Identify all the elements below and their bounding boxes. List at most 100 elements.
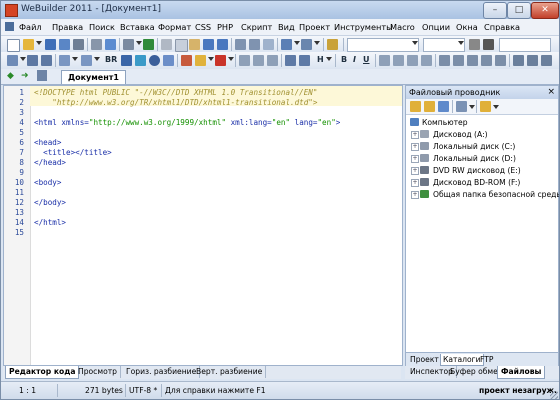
redo-icon[interactable] (217, 39, 228, 50)
form-icon[interactable] (59, 55, 70, 66)
comment-icon[interactable] (263, 39, 274, 50)
menu-options[interactable]: Опции (422, 22, 450, 32)
find-icon[interactable] (123, 39, 134, 50)
undo-icon[interactable] (203, 39, 214, 50)
tab-ftp[interactable]: FTP (478, 354, 495, 365)
menu-file[interactable]: Файл (19, 22, 42, 32)
menu-php[interactable]: PHP (217, 22, 233, 32)
list-icon[interactable] (41, 55, 52, 66)
align-left-icon[interactable] (239, 55, 250, 66)
new-folder-icon[interactable] (480, 101, 491, 112)
cut-icon[interactable] (161, 39, 172, 50)
chevron-down-icon[interactable] (458, 41, 464, 45)
open-folder-icon[interactable] (23, 39, 34, 50)
menu-script[interactable]: Скрипт (241, 22, 272, 32)
heading-button[interactable]: H (317, 55, 324, 64)
outdent-icon[interactable] (249, 39, 260, 50)
encoding-indicator[interactable]: UTF-8 * (129, 386, 157, 395)
italic-button[interactable]: I (353, 55, 356, 64)
new-file-icon[interactable] (7, 39, 20, 52)
tab-preview[interactable]: Просмотр (75, 366, 121, 378)
menu-format[interactable]: Формат (158, 22, 191, 32)
tree-item-sandbox-share[interactable]: + Общая папка безопасной среды (406, 189, 559, 201)
menu-view[interactable]: Вид (278, 22, 295, 32)
refresh-icon[interactable] (438, 101, 449, 112)
justify-center-icon[interactable] (393, 55, 404, 66)
window-layout-icon[interactable] (281, 39, 292, 50)
justify-left-icon[interactable] (379, 55, 390, 66)
paste-icon[interactable] (189, 39, 200, 50)
unordered-list-icon[interactable] (467, 55, 478, 66)
tree-item-drive-f[interactable]: + Дисковод BD-ROM (F:) (406, 177, 558, 189)
chevron-down-icon[interactable] (469, 105, 475, 109)
highlight-icon[interactable] (195, 55, 206, 66)
menu-windows[interactable]: Окна (456, 22, 478, 32)
chevron-down-icon[interactable] (72, 57, 78, 61)
tab-file-explorer[interactable]: Файловы (497, 366, 546, 379)
tab-horizontal-split[interactable]: Гориз. разбиение (123, 366, 201, 378)
chevron-down-icon[interactable] (326, 57, 332, 61)
menu-insert[interactable]: Вставка (120, 22, 155, 32)
spellcheck-icon[interactable] (143, 39, 154, 50)
expand-icon[interactable]: + (411, 155, 419, 163)
title-bar[interactable]: WeBuilder 2011 - [Документ1] – □ ✕ (1, 1, 559, 19)
justify-full-icon[interactable] (421, 55, 432, 66)
chevron-down-icon[interactable] (94, 57, 100, 61)
link-icon[interactable] (135, 55, 146, 66)
tab-project[interactable]: Проект (408, 354, 441, 365)
copy-icon[interactable] (175, 39, 188, 52)
chevron-down-icon[interactable] (314, 41, 320, 45)
expand-icon[interactable]: + (411, 167, 419, 175)
paragraph-icon[interactable] (7, 55, 18, 66)
indent-more-icon[interactable] (481, 55, 492, 66)
table-icon[interactable] (27, 55, 38, 66)
close-window-button[interactable]: ✕ (531, 2, 559, 19)
close-file-icon[interactable] (73, 39, 84, 50)
image-icon[interactable] (121, 55, 132, 66)
menu-tools[interactable]: Инструменты (334, 22, 393, 32)
folder-up-icon[interactable] (424, 101, 435, 112)
color-picker-icon[interactable] (181, 55, 192, 66)
style-select[interactable] (499, 38, 551, 52)
tree-item-drive-a[interactable]: + Дисковод (A:) (406, 129, 558, 141)
save-all-icon[interactable] (59, 39, 70, 50)
chevron-down-icon[interactable] (294, 41, 300, 45)
tree-item-drive-e[interactable]: + DVD RW дисковод (E:) (406, 165, 558, 177)
menu-project[interactable]: Проект (299, 22, 330, 32)
align-center-icon[interactable] (253, 55, 264, 66)
align-right-icon[interactable] (267, 55, 278, 66)
menu-help[interactable]: Справка (484, 22, 520, 32)
zoom-icon[interactable] (469, 39, 480, 50)
tree-item-drive-d[interactable]: + Локальный диск (D:) (406, 153, 558, 165)
pilcrow-icon[interactable] (439, 55, 450, 66)
snippet-icon[interactable] (327, 39, 338, 50)
bold-button[interactable]: B (341, 55, 347, 64)
toolbar-overflow-icon[interactable] (541, 55, 552, 66)
hr-icon[interactable] (285, 55, 296, 66)
preview-icon[interactable] (105, 39, 116, 50)
expand-icon[interactable]: + (411, 179, 419, 187)
validate-icon[interactable] (527, 55, 538, 66)
chevron-down-icon[interactable] (36, 41, 42, 45)
menu-edit[interactable]: Правка (52, 22, 83, 32)
minimize-button[interactable]: – (483, 2, 507, 19)
chevron-down-icon[interactable] (228, 57, 234, 61)
indent-less-icon[interactable] (495, 55, 506, 66)
document-list-icon[interactable] (37, 70, 47, 81)
indent-icon[interactable] (235, 39, 246, 50)
resize-grip-icon[interactable] (550, 391, 558, 399)
justify-right-icon[interactable] (407, 55, 418, 66)
tab-document1[interactable]: Документ1 (61, 70, 126, 84)
menu-macro[interactable]: Macro (390, 22, 415, 32)
view-mode-icon[interactable] (456, 101, 467, 112)
chevron-down-icon[interactable] (493, 105, 499, 109)
back-arrow-icon[interactable]: ◆ (7, 71, 14, 81)
tab-code-editor[interactable]: Редактор кода (5, 366, 80, 379)
folder-icon[interactable] (410, 101, 421, 112)
anchor-icon[interactable] (163, 55, 174, 66)
chevron-down-icon[interactable] (20, 57, 26, 61)
font-select[interactable] (347, 38, 419, 52)
ordered-list-icon[interactable] (453, 55, 464, 66)
help-icon[interactable] (483, 39, 494, 50)
maximize-button[interactable]: □ (507, 2, 531, 19)
